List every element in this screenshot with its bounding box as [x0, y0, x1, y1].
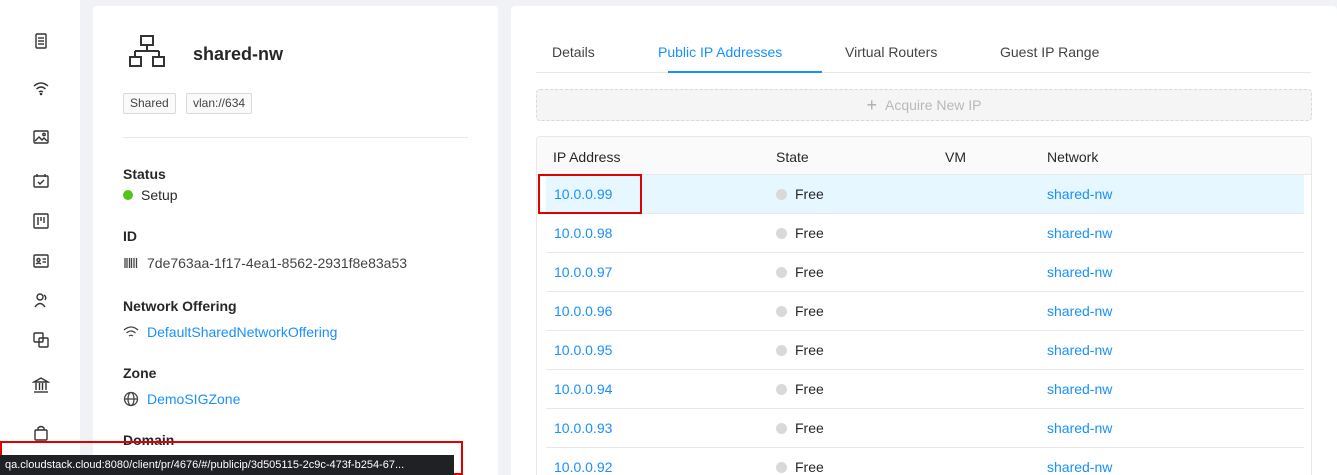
shopping-bag-icon[interactable] [31, 423, 51, 443]
id-card-icon[interactable] [31, 251, 51, 271]
acquire-new-ip-button[interactable]: + Acquire New IP [536, 89, 1312, 121]
network-link[interactable]: shared-nw [1047, 264, 1112, 280]
state-cell: Free [776, 225, 824, 241]
network-offering-value: DefaultSharedNetworkOffering [123, 324, 337, 340]
network-link[interactable]: shared-nw [1047, 303, 1112, 319]
status-dot [123, 190, 133, 200]
network-link[interactable]: shared-nw [1047, 420, 1112, 436]
state-cell: Free [776, 186, 824, 202]
resource-name: shared-nw [193, 44, 284, 64]
network-offering-link[interactable]: DefaultSharedNetworkOffering [147, 324, 337, 340]
state-cell: Free [776, 264, 824, 280]
tab-virtual-routers[interactable]: Virtual Routers [845, 44, 937, 60]
table-row[interactable]: 10.0.0.96 Free shared-nw [546, 292, 1304, 331]
wifi-icon [123, 324, 139, 340]
plus-icon: + [866, 95, 878, 115]
state-text: Free [795, 303, 824, 319]
state-cell: Free [776, 303, 824, 319]
state-text: Free [795, 420, 824, 436]
detail-card: Details Public IP Addresses Virtual Rout… [511, 6, 1337, 475]
bank-icon[interactable] [31, 375, 51, 395]
ip-address-link[interactable]: 10.0.0.95 [554, 342, 612, 358]
tab-details[interactable]: Details [552, 44, 595, 60]
cluster-icon [129, 34, 165, 70]
network-offering-label: Network Offering [123, 298, 237, 314]
id-text: 7de763aa-1f17-4ea1-8562-2931f8e83a53 [147, 255, 408, 271]
table-row[interactable]: 10.0.0.93 Free shared-nw [546, 409, 1304, 448]
state-cell: Free [776, 342, 824, 358]
state-text: Free [795, 186, 824, 202]
table-row[interactable]: 10.0.0.94 Free shared-nw [546, 370, 1304, 409]
state-text: Free [795, 264, 824, 280]
network-link[interactable]: shared-nw [1047, 459, 1112, 475]
state-dot [776, 228, 787, 239]
table-row[interactable]: 10.0.0.97 Free shared-nw [546, 253, 1304, 292]
globe-icon [123, 391, 139, 407]
ip-address-link[interactable]: 10.0.0.94 [554, 381, 612, 397]
server-icon[interactable] [31, 31, 51, 51]
board-icon[interactable] [31, 211, 51, 231]
ip-address-table: IP Address State VM Network 10.0.0.99 Fr… [536, 136, 1312, 475]
zone-link[interactable]: DemoSIGZone [147, 391, 240, 407]
table-row[interactable]: 10.0.0.92 Free shared-nw [546, 448, 1304, 475]
state-dot [776, 267, 787, 278]
copy-icon[interactable] [31, 330, 51, 350]
tab-guest-ip-range[interactable]: Guest IP Range [1000, 44, 1099, 60]
state-dot [776, 423, 787, 434]
column-header-network[interactable]: Network [1047, 149, 1098, 165]
table-row[interactable]: 10.0.0.98 Free shared-nw [546, 214, 1304, 253]
column-header-vm[interactable]: VM [945, 149, 966, 165]
state-cell: Free [776, 420, 824, 436]
tab-public-ip-addresses[interactable]: Public IP Addresses [658, 44, 782, 60]
state-dot [776, 345, 787, 356]
sidebar-nav [0, 0, 80, 475]
state-text: Free [795, 342, 824, 358]
ip-address-link[interactable]: 10.0.0.99 [554, 186, 612, 202]
ip-address-link[interactable]: 10.0.0.96 [554, 303, 612, 319]
state-text: Free [795, 225, 824, 241]
tag-vlan: vlan://634 [186, 93, 253, 114]
ip-address-link[interactable]: 10.0.0.98 [554, 225, 612, 241]
table-row[interactable]: 10.0.0.95 Free shared-nw [546, 331, 1304, 370]
users-icon[interactable] [31, 290, 51, 310]
acquire-new-ip-label: Acquire New IP [885, 97, 982, 113]
state-cell: Free [776, 381, 824, 397]
state-dot [776, 384, 787, 395]
id-label: ID [123, 228, 137, 244]
state-text: Free [795, 381, 824, 397]
network-link[interactable]: shared-nw [1047, 225, 1112, 241]
network-link[interactable]: shared-nw [1047, 186, 1112, 202]
calendar-icon[interactable] [31, 171, 51, 191]
browser-status-url: qa.cloudstack.cloud:8080/client/pr/4676/… [0, 455, 454, 475]
ip-address-link[interactable]: 10.0.0.92 [554, 459, 612, 475]
status-text: Setup [141, 187, 178, 203]
zone-value: DemoSIGZone [123, 391, 240, 407]
resource-info-card: shared-nw Shared vlan://634 Status Setup… [93, 6, 498, 475]
ip-address-link[interactable]: 10.0.0.97 [554, 264, 612, 280]
tag-shared: Shared [123, 93, 176, 114]
table-row[interactable]: 10.0.0.99 Free shared-nw [546, 175, 1304, 214]
domain-label: Domain [123, 432, 175, 448]
table-header: IP Address State VM Network [537, 137, 1311, 175]
state-dot [776, 189, 787, 200]
id-value: 7de763aa-1f17-4ea1-8562-2931f8e83a53 [123, 255, 407, 271]
ip-address-link[interactable]: 10.0.0.93 [554, 420, 612, 436]
zone-label: Zone [123, 365, 157, 381]
tab-bar: Details Public IP Addresses Virtual Rout… [536, 30, 1311, 73]
wifi-icon[interactable] [31, 78, 51, 98]
state-dot [776, 462, 787, 473]
column-header-state[interactable]: State [776, 149, 809, 165]
column-header-ip-address[interactable]: IP Address [553, 149, 620, 165]
network-link[interactable]: shared-nw [1047, 342, 1112, 358]
state-cell: Free [776, 459, 824, 475]
state-dot [776, 306, 787, 317]
status-label: Status [123, 166, 166, 182]
barcode-icon[interactable] [123, 255, 139, 271]
network-link[interactable]: shared-nw [1047, 381, 1112, 397]
image-icon[interactable] [31, 127, 51, 147]
active-tab-indicator [668, 71, 822, 73]
state-text: Free [795, 459, 824, 475]
divider [123, 137, 468, 138]
status-value: Setup [123, 187, 178, 203]
